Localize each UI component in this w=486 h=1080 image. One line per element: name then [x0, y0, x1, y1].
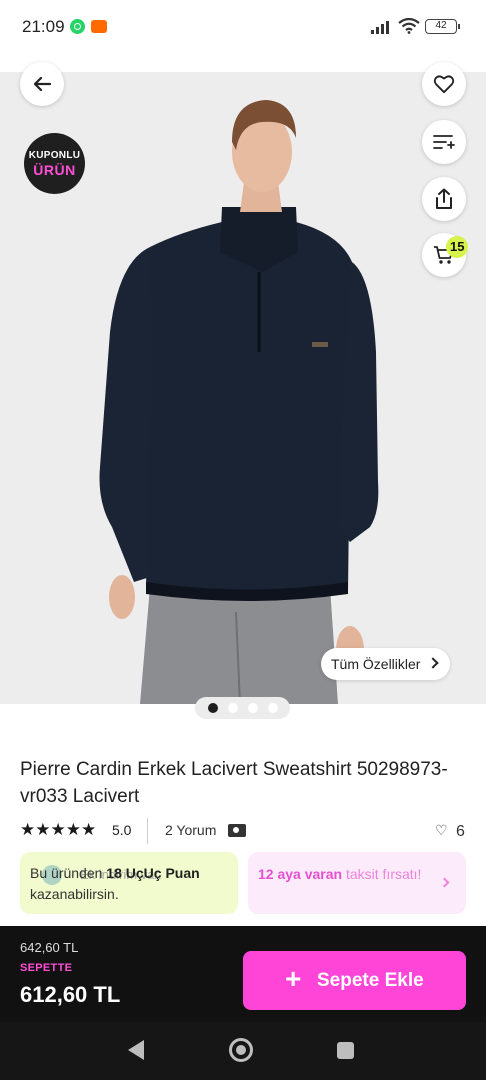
plus-icon: + — [285, 963, 302, 994]
rating-stars: ★★★★★ — [20, 820, 97, 839]
coupon-badge-line1: KUPONLU — [28, 150, 81, 161]
review-count-link[interactable]: 2 Yorum — [165, 822, 216, 838]
favorite-button[interactable] — [422, 62, 466, 106]
wifi-icon — [398, 18, 420, 34]
back-button[interactable] — [20, 62, 64, 106]
app-notification-icon — [91, 20, 107, 33]
arrow-left-icon — [33, 76, 51, 92]
original-price: 642,60 TL — [20, 940, 79, 955]
installment-promo-card[interactable]: 12 aya varan taksit fırsatı! — [248, 852, 466, 914]
product-title: Pierre Cardin Erkek Lacivert Sweatshirt … — [20, 759, 448, 807]
coupon-badge-line2: ÜRÜN — [33, 162, 76, 178]
points-promo-card[interactable]: Ek indirim var. Bu üründen 18 UçUç Puan … — [20, 852, 238, 914]
rating-row: ★★★★★ 5.0 2 Yorum ♡ 6 — [20, 818, 470, 844]
status-bar: 21:09 42 — [0, 0, 486, 56]
battery-indicator: 42 — [425, 19, 460, 34]
nav-back-icon[interactable] — [128, 1040, 144, 1060]
product-detail-screen: 21:09 42 KUPONLU ÜRÜN 15 Tüm Özellikler … — [0, 0, 486, 1080]
all-features-button[interactable]: Tüm Özellikler — [321, 648, 451, 680]
signal-icon — [371, 20, 393, 34]
heart-icon — [433, 75, 455, 94]
purchase-bar: 642,60 TL SEPETTE 612,60 TL + Sepete Ekl… — [0, 926, 486, 1022]
share-icon — [436, 188, 452, 209]
rating-value: 5.0 — [112, 822, 132, 838]
basket-price: 612,60 TL — [20, 982, 121, 1007]
camera-icon — [228, 824, 246, 837]
add-to-cart-button[interactable]: + Sepete Ekle — [243, 951, 466, 1010]
chevron-right-icon — [439, 877, 450, 888]
carousel-dot-active[interactable] — [208, 703, 218, 713]
add-to-list-icon — [433, 135, 455, 149]
add-to-cart-label: Sepete Ekle — [317, 970, 424, 991]
status-time: 21:09 — [22, 17, 65, 36]
carousel-dot[interactable] — [228, 703, 238, 713]
carousel-dot[interactable] — [268, 703, 278, 713]
divider — [147, 818, 148, 844]
whatsapp-notification-icon — [70, 19, 85, 34]
basket-price-label: SEPETTE — [20, 962, 73, 974]
coupon-product-badge: KUPONLU ÜRÜN — [24, 133, 85, 194]
heart-outline-icon: ♡ — [435, 822, 448, 838]
nav-home-icon[interactable] — [229, 1038, 253, 1062]
all-features-label: Tüm Özellikler — [331, 656, 421, 672]
installment-promo-text: 12 aya varan taksit fırsatı! — [258, 866, 422, 882]
system-navigation-bar — [0, 1022, 486, 1080]
carousel-dot[interactable] — [248, 703, 258, 713]
add-to-list-button[interactable] — [422, 120, 466, 164]
chevron-right-icon — [427, 657, 440, 669]
nav-recents-icon[interactable] — [337, 1042, 354, 1059]
favorite-count: 6 — [456, 823, 465, 840]
share-button[interactable] — [422, 177, 466, 221]
carousel-pagination — [195, 697, 290, 719]
